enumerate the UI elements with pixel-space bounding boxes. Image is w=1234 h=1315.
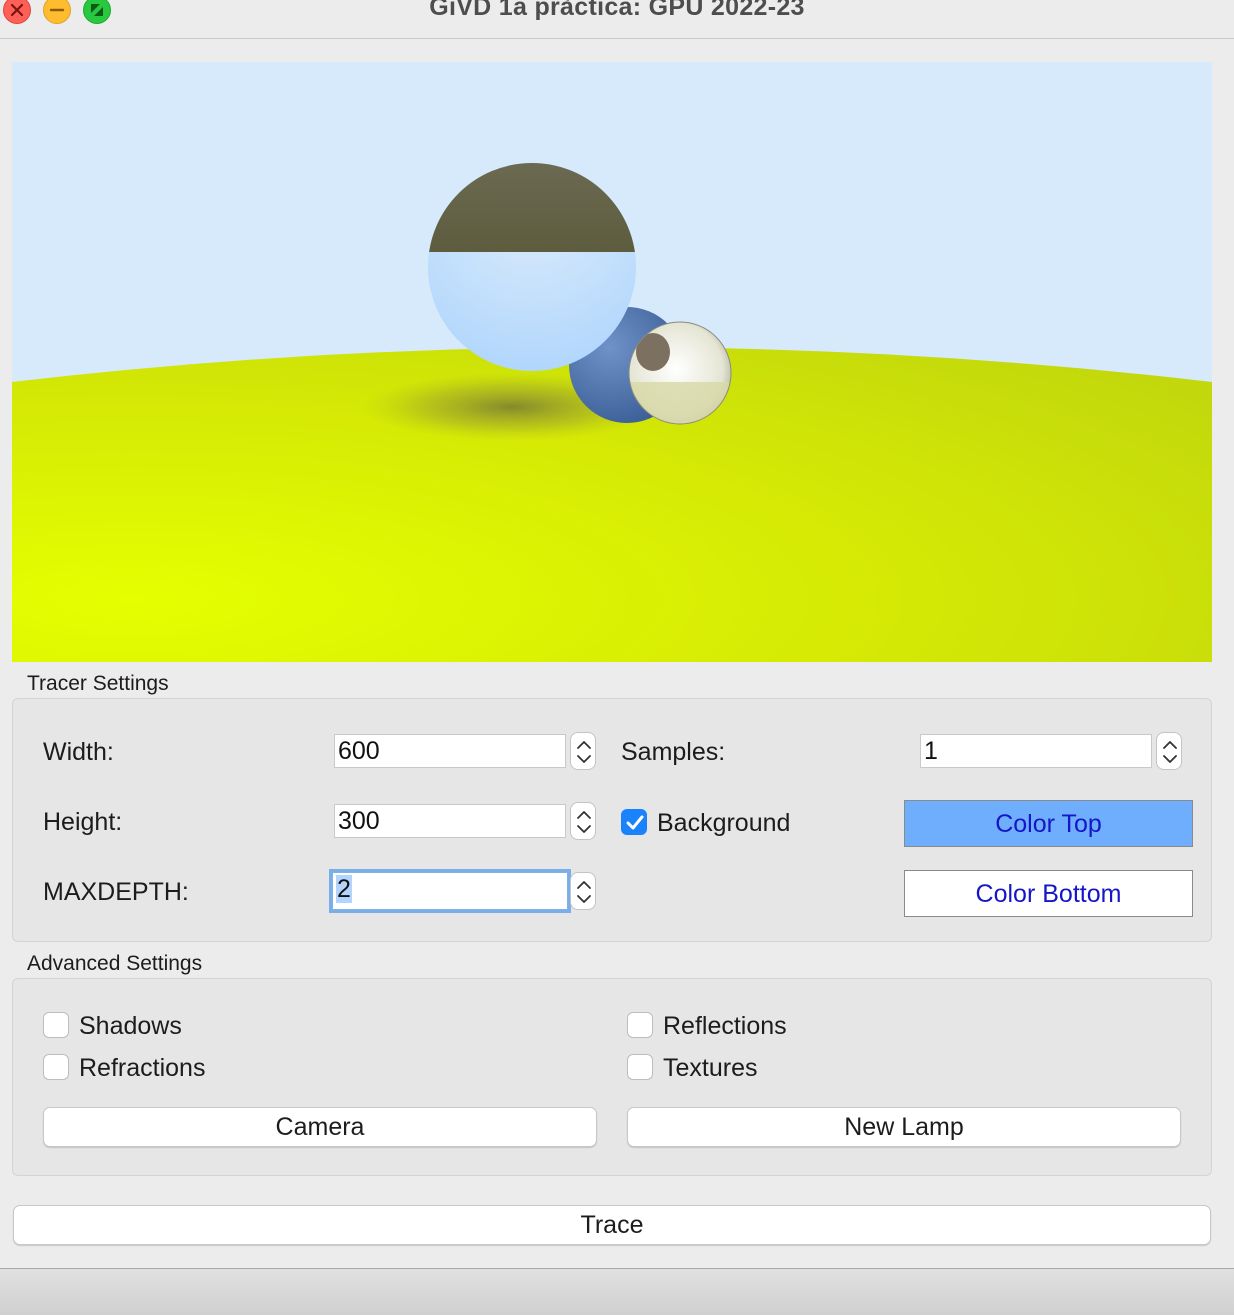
height-input[interactable]: 300 [334,804,566,838]
title-bar: GiVD 1a pràctica: GPU 2022-23 [0,0,1234,39]
advanced-settings-group: Shadows Reflections Refractions Textures… [12,978,1212,1176]
height-label: Height: [43,808,123,836]
advanced-settings-title: Advanced Settings [27,952,203,975]
shadows-checkbox[interactable] [43,1012,69,1038]
background-checkbox[interactable] [621,809,647,835]
samples-input[interactable]: 1 [920,734,1152,768]
maxdepth-stepper[interactable] [570,872,596,910]
shadows-label[interactable]: Shadows [79,1012,182,1041]
rendered-scene-image [12,62,1212,662]
tracer-settings-group: Width: 600 Height: 300 MAXDEPTH: 2 Sampl… [12,698,1212,942]
color-bottom-button[interactable]: Color Bottom [904,870,1193,917]
stepper-arrows-icon [577,881,591,903]
refractions-label[interactable]: Refractions [79,1054,205,1083]
window-title: GiVD 1a pràctica: GPU 2022-23 [429,0,805,21]
refractions-checkbox[interactable] [43,1054,69,1080]
window-bottom-bar [0,1268,1234,1315]
maxdepth-label: MAXDEPTH: [43,878,189,906]
width-label: Width: [43,738,114,766]
samples-label: Samples: [621,738,726,766]
textures-checkbox[interactable] [627,1054,653,1080]
width-input[interactable]: 600 [334,734,566,768]
trace-button[interactable]: Trace [13,1205,1211,1245]
tracer-settings-title: Tracer Settings [27,672,169,695]
reflections-label[interactable]: Reflections [663,1012,787,1041]
width-stepper[interactable] [570,732,596,770]
checkmark-icon [626,815,644,830]
render-view [12,62,1212,662]
height-stepper[interactable] [570,802,596,840]
color-top-button[interactable]: Color Top [904,800,1193,847]
maxdepth-input[interactable]: 2 [332,872,568,910]
stepper-arrows-icon [577,741,591,763]
textures-label[interactable]: Textures [663,1054,757,1083]
stepper-arrows-icon [1163,741,1177,763]
samples-stepper[interactable] [1156,732,1182,770]
background-label[interactable]: Background [657,809,790,838]
reflections-checkbox[interactable] [627,1012,653,1038]
camera-button[interactable]: Camera [43,1107,597,1147]
new-lamp-button[interactable]: New Lamp [627,1107,1181,1147]
stepper-arrows-icon [577,811,591,833]
